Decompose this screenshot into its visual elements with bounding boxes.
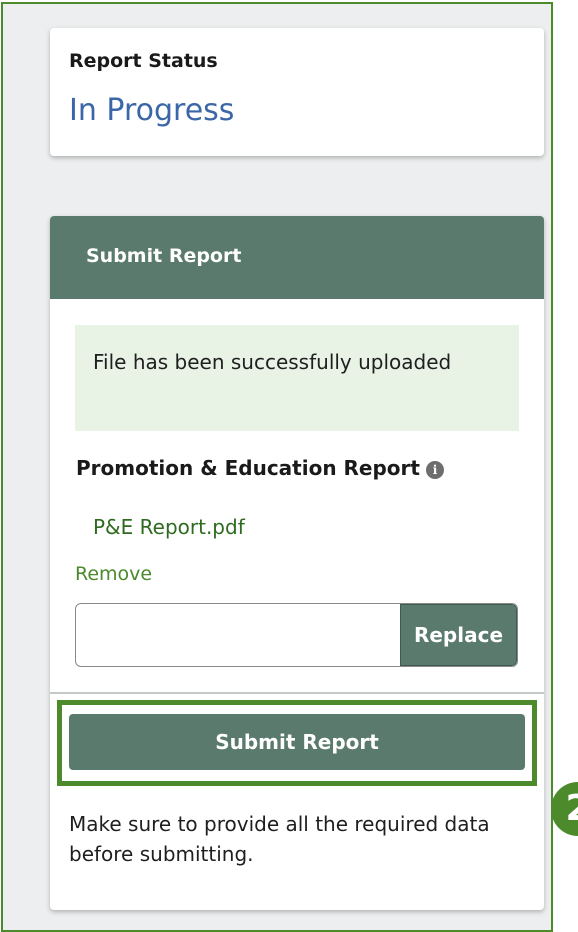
submit-report-card: Submit Report File has been successfully… — [50, 216, 544, 910]
submit-help-text: Make sure to provide all the required da… — [69, 812, 490, 866]
info-icon[interactable]: i — [425, 460, 444, 479]
uploaded-file-link[interactable]: P&E Report.pdf — [93, 515, 245, 539]
submit-report-header: Submit Report — [50, 216, 544, 299]
upload-success-alert: File has been successfully uploaded — [75, 325, 519, 431]
report-status-value: In Progress — [69, 93, 235, 128]
section-divider — [50, 692, 544, 694]
report-status-label: Report Status — [69, 50, 218, 72]
submit-report-button[interactable]: Submit Report — [69, 714, 525, 770]
submit-report-header-title: Submit Report — [86, 245, 242, 267]
step-number-badge: 2 — [551, 782, 578, 836]
field-label-text: Promotion & Education Report — [76, 456, 420, 480]
remove-file-link[interactable]: Remove — [75, 563, 152, 585]
report-status-card: Report Status In Progress — [50, 28, 544, 156]
file-upload-input[interactable]: Replace — [75, 603, 518, 667]
promotion-education-report-label: Promotion & Education Report i — [76, 456, 444, 480]
upload-success-message: File has been successfully uploaded — [93, 350, 452, 374]
report-panel-frame: Report Status In Progress Submit Report … — [1, 2, 553, 932]
replace-file-button[interactable]: Replace — [400, 604, 517, 666]
